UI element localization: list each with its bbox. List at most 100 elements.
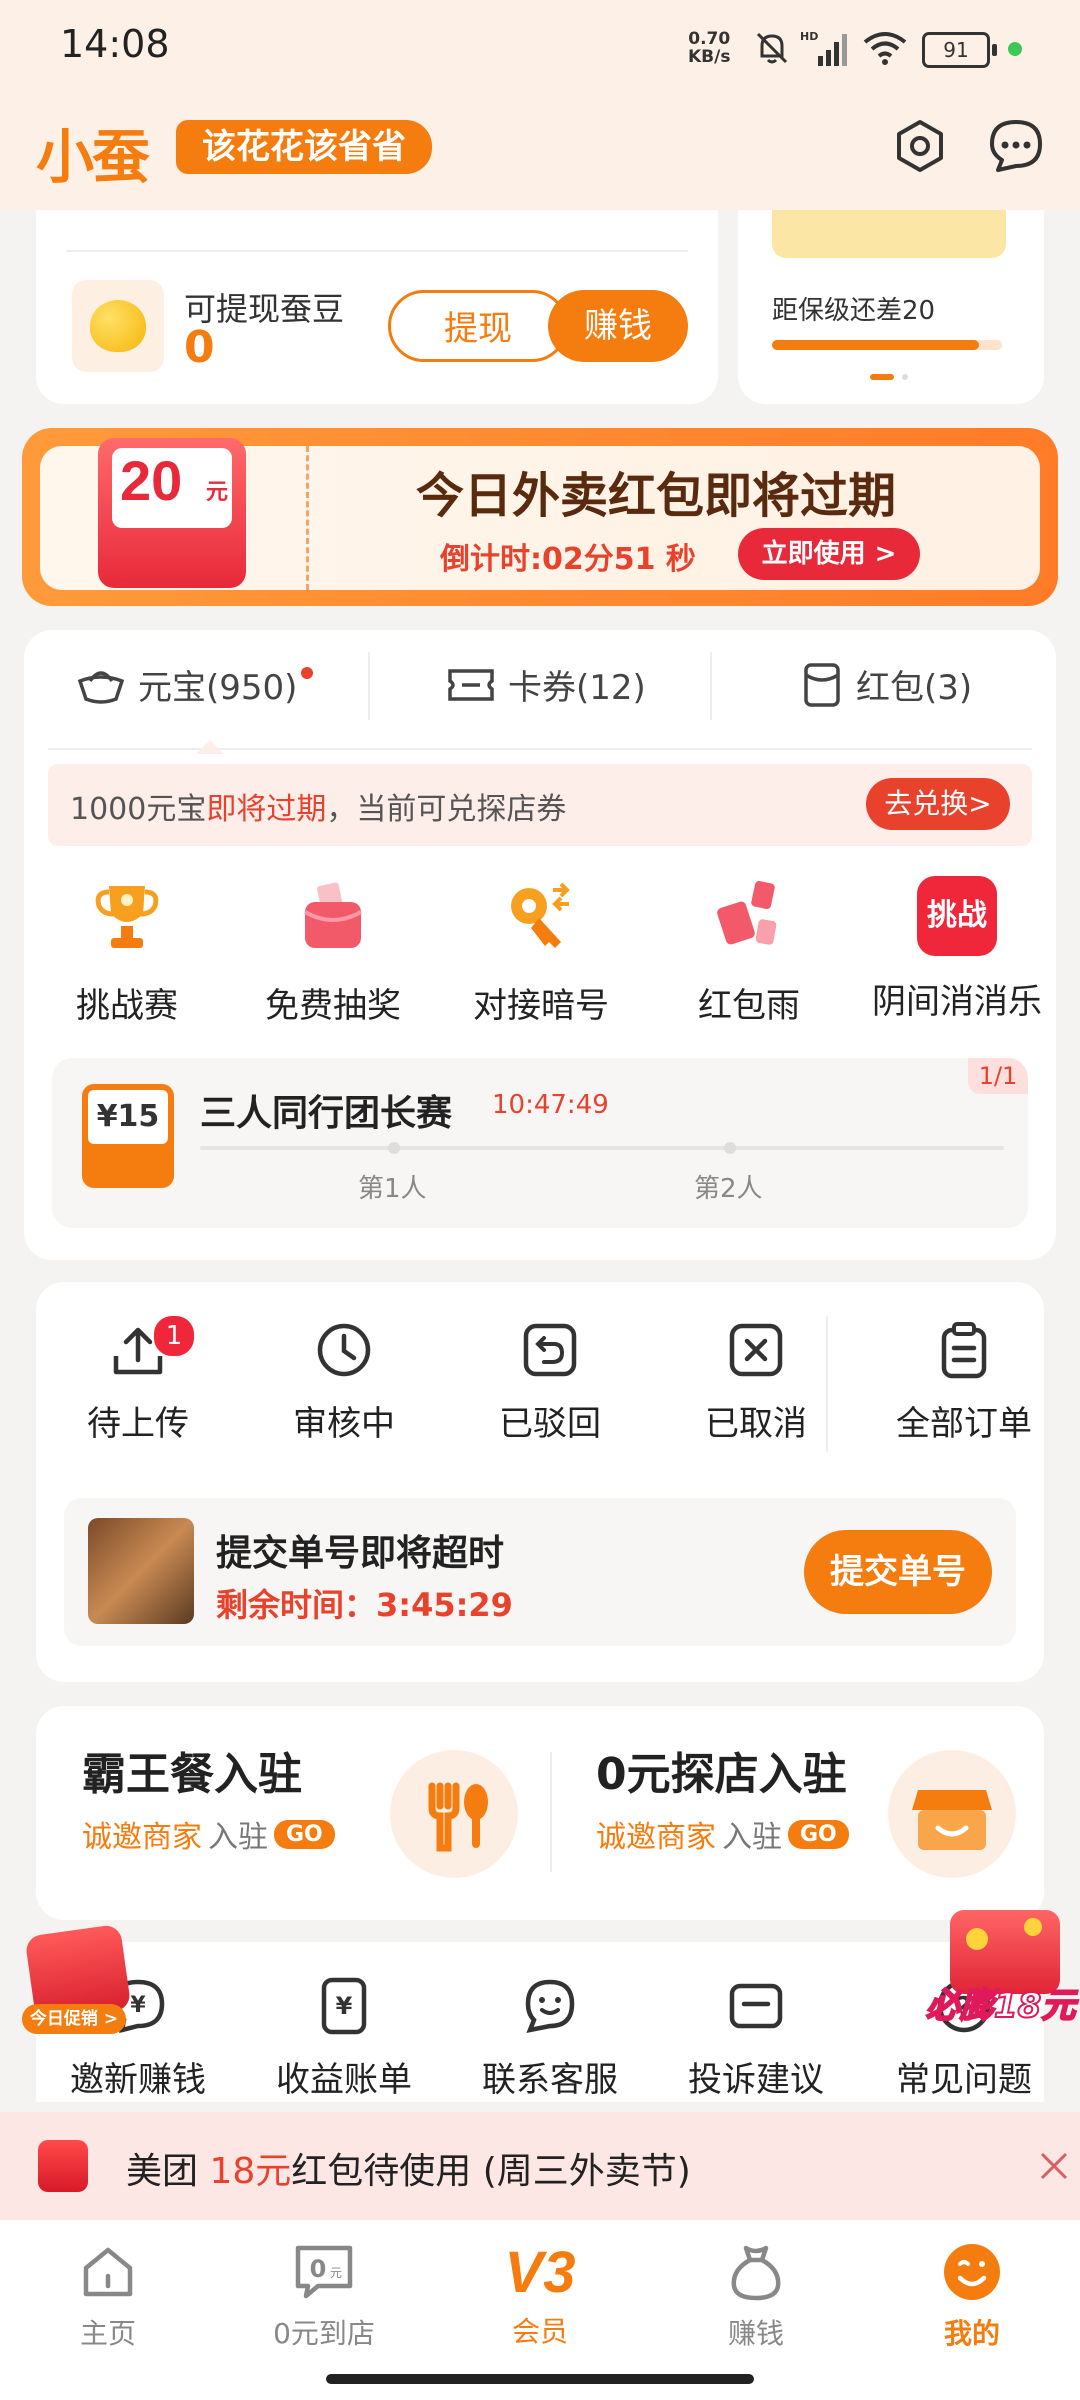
submit-order-button[interactable]: 提交单号 [804, 1530, 992, 1614]
tool-complaint[interactable]: 投诉建议 [676, 1976, 836, 2101]
tool-label: 常见问题 [896, 2060, 1032, 2100]
step-label: 第1人 [358, 1174, 427, 1204]
home-indicator[interactable] [326, 2374, 754, 2384]
promo-countdown: 倒计时:02分51 秒 [440, 542, 696, 577]
quick-label: 免费抽奖 [265, 986, 401, 1026]
tab-redpackets[interactable]: 红包(3) [800, 660, 972, 709]
toast-text: 美团 18元红包待使用 (周三外卖节) [126, 2142, 691, 2194]
quick-lottery[interactable]: 免费抽奖 [248, 876, 418, 1027]
ticket-price: ¥15 [88, 1090, 168, 1144]
level-text: 距保级还差20 [772, 296, 936, 326]
service-icon [525, 1979, 575, 2034]
quick-match[interactable]: 挑战 阴间消消乐 [872, 876, 1042, 1023]
settings-hex-icon[interactable] [890, 116, 950, 176]
price-ticket: ¥15 [82, 1084, 174, 1188]
tab-label: 元宝(950) [138, 668, 298, 708]
count-badge: 1 [152, 1314, 196, 1358]
tool-service[interactable]: 联系客服 [470, 1976, 630, 2101]
bonus-float-text[interactable]: 必膨18元 [925, 1978, 1076, 2027]
divider [368, 652, 370, 720]
food-thumbnail [88, 1518, 194, 1624]
tool-bill[interactable]: ¥ 收益账单 [264, 1976, 424, 2101]
divider [550, 1752, 552, 1872]
bean-icon [72, 280, 164, 372]
nav-profile[interactable]: 我的 [902, 2240, 1042, 2352]
order-rejected[interactable]: 已驳回 [470, 1320, 630, 1445]
nav-label: 0元到店 [273, 2317, 375, 2350]
exchange-button[interactable]: 去兑换> [866, 778, 1010, 830]
coin-icon [1024, 1918, 1042, 1936]
redpacket-icon [38, 2140, 88, 2192]
withdraw-button[interactable]: 提现 [388, 290, 568, 362]
daily-promo-badge[interactable]: 今日促销 > [22, 2004, 126, 2034]
notice-highlight: 即将过期 [206, 792, 327, 827]
close-icon[interactable] [1036, 2148, 1072, 2184]
svg-text:0: 0 [310, 2255, 327, 2283]
team-progress-track [200, 1146, 1004, 1150]
tool-label: 邀新赚钱 [70, 2060, 206, 2100]
team-time: 10:47:49 [492, 1090, 609, 1120]
biz-sub-text: 入驻 [722, 1820, 782, 1855]
merchant-free-meal[interactable]: 霸王餐入驻 诚邀商家 入驻 GO [82, 1738, 335, 1856]
step-dot [724, 1142, 736, 1154]
order-label: 已取消 [705, 1404, 807, 1444]
biz-sub-text: 入驻 [208, 1820, 268, 1855]
expire-notice: 1000元宝即将过期，当前可兑探店券 去兑换> [48, 764, 1032, 846]
pager-dot [902, 374, 908, 380]
order-label: 待上传 [87, 1404, 189, 1444]
order-pending-upload[interactable]: 1 待上传 [58, 1314, 218, 1445]
merchant-zero-visit[interactable]: 0元探店入驻 诚邀商家 入驻 GO [596, 1738, 849, 1856]
tab-ingot[interactable]: 元宝(950) [76, 660, 314, 709]
svg-text:元: 元 [330, 2266, 342, 2280]
redpacket-toast[interactable]: 美团 18元红包待使用 (周三外卖节) [0, 2112, 1080, 2220]
nav-home[interactable]: 主页 [38, 2240, 178, 2352]
order-label: 审核中 [293, 1404, 395, 1444]
order-label: 全部订单 [896, 1404, 1032, 1444]
pending-order-row[interactable]: 提交单号即将超时 剩余时间：3:45:29 提交单号 [64, 1498, 1016, 1646]
pending-remaining: 剩余时间：3:45:29 [216, 1580, 513, 1626]
promo-amount: 20 [120, 449, 183, 512]
net-speed-unit: KB/s [688, 47, 731, 67]
remain-time: 3:45:29 [376, 1586, 513, 1624]
storefront-icon [888, 1750, 1016, 1878]
nav-zero-store[interactable]: 0 元 0元到店 [254, 2240, 394, 2352]
nav-earn[interactable]: 赚钱 [686, 2240, 826, 2352]
fork-spoon-glyph [428, 1782, 488, 1852]
quick-code[interactable]: 对接暗号 [456, 876, 626, 1027]
pending-title: 提交单号即将超时 [216, 1533, 505, 1574]
bill-icon: ¥ [321, 1977, 367, 2035]
message-icon[interactable] [986, 116, 1046, 176]
team-race-card[interactable]: ¥15 三人同行团长赛 10:47:49 1/1 第1人 第2人 [52, 1058, 1028, 1228]
storefront-glyph [912, 1790, 992, 1850]
divider [710, 652, 712, 720]
fork-spoon-icon [390, 1750, 518, 1878]
quick-rain[interactable]: 红包雨 [664, 876, 834, 1027]
notice-suffix: ，当前可兑探店券 [326, 792, 567, 827]
order-cancelled[interactable]: 已取消 [676, 1320, 836, 1445]
level-progress-track [772, 340, 1002, 350]
app-header: 小蚕 该花花该省省 [0, 80, 1080, 210]
tab-coupons[interactable]: 卡券(12) [446, 660, 646, 709]
divider [826, 1316, 828, 1452]
use-now-button[interactable]: 立即使用 > [738, 528, 920, 580]
order-all[interactable]: 全部订单 [884, 1320, 1044, 1445]
quick-label: 挑战赛 [76, 986, 178, 1026]
quick-label: 对接暗号 [473, 986, 609, 1026]
nav-vip[interactable]: V3 会员 [470, 2240, 610, 2350]
step-label: 第2人 [694, 1174, 763, 1204]
biz-sub-highlight: 诚邀商家 [82, 1820, 202, 1855]
earn-button[interactable]: 赚钱 [548, 290, 688, 362]
tab-label: 卡券(12) [508, 668, 646, 708]
go-badge: GO [274, 1819, 335, 1849]
order-reviewing[interactable]: 审核中 [264, 1320, 424, 1445]
net-speed-value: 0.70 [688, 29, 731, 49]
ingot-icon [77, 670, 125, 704]
remain-label: 剩余时间： [216, 1586, 377, 1624]
tab-pointer [196, 740, 224, 754]
cancel-icon [729, 1323, 783, 1377]
tab-label: 红包(3) [856, 668, 973, 708]
level-card[interactable]: 距保级还差20 [738, 210, 1044, 404]
clock-icon [317, 1323, 371, 1377]
quick-challenge[interactable]: 挑战赛 [42, 876, 212, 1027]
team-page-indicator: 1/1 [968, 1058, 1028, 1094]
